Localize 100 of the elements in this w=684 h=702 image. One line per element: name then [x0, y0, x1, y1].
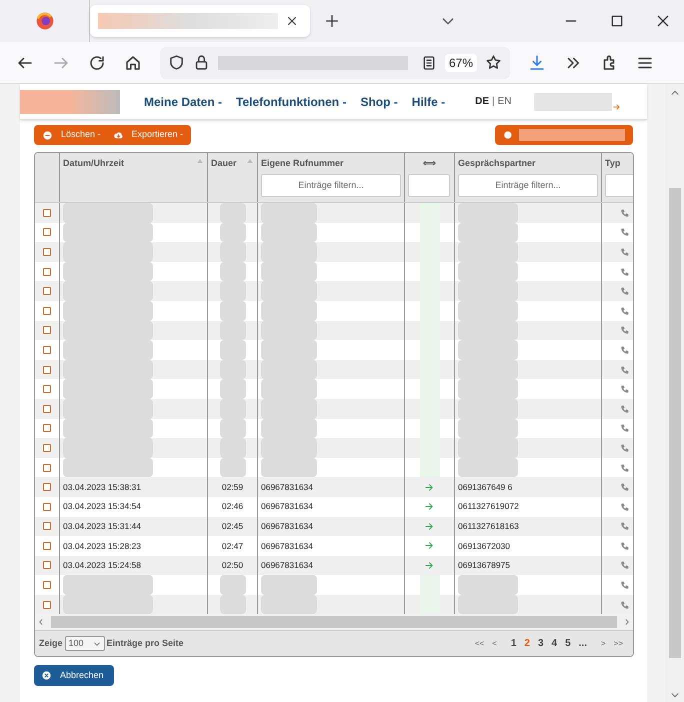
phone-icon	[620, 208, 630, 218]
table-cell: 0691367649 6	[458, 480, 512, 494]
logout-icon[interactable]	[612, 102, 622, 112]
table-cell: 06913672030	[458, 540, 510, 552]
pager-arrow[interactable]: <	[492, 638, 497, 650]
blurred-text	[261, 575, 317, 595]
browser-logo-icon[interactable]	[34, 11, 54, 31]
checkbox[interactable]	[43, 287, 51, 296]
language-link[interactable]: DE	[475, 94, 490, 109]
star-icon[interactable]	[485, 54, 502, 71]
nav-link[interactable]: Meine Daten -	[144, 92, 222, 110]
close-icon[interactable]	[286, 15, 298, 27]
zoom-level[interactable]: 67%	[444, 54, 477, 72]
phone-icon	[620, 364, 630, 375]
phone-icon	[620, 540, 630, 551]
nav-link[interactable]: Hilfe -	[412, 92, 446, 110]
table-cell: 03.04.2023 15:34:54	[63, 500, 141, 514]
language-link[interactable]: EN	[498, 94, 512, 109]
page-link[interactable]: 4	[552, 636, 558, 652]
checkbox[interactable]	[43, 306, 51, 315]
logo[interactable]	[20, 90, 120, 114]
per-page-select[interactable]: 100	[64, 636, 105, 652]
column-header[interactable]: Eigene Rufnummer	[261, 157, 344, 170]
filter-field[interactable]: Einträge filtern...	[261, 174, 401, 196]
shield-icon	[168, 54, 185, 71]
dropdown-button[interactable]: Löschen -	[36, 125, 107, 145]
nav-link[interactable]: Telefonfunktionen -	[236, 92, 346, 110]
checkbox[interactable]	[43, 404, 51, 413]
checkbox[interactable]	[43, 326, 51, 334]
checkbox[interactable]	[43, 542, 51, 550]
blurred-text	[220, 458, 246, 478]
page-link[interactable]: 5	[565, 636, 571, 652]
dropdown-button[interactable]: Exportieren -	[106, 125, 190, 145]
phone-icon	[620, 560, 630, 570]
blurred-text	[458, 594, 518, 614]
horizontal-scrollbar[interactable]	[35, 614, 633, 630]
filter-field[interactable]: Einträge filtern...	[458, 174, 598, 196]
phone-icon	[620, 482, 630, 492]
checkbox[interactable]	[43, 581, 51, 590]
table-cell: 06967831634	[261, 540, 314, 552]
checkbox[interactable]	[43, 248, 51, 256]
maximize-icon[interactable]	[610, 14, 624, 28]
checkbox[interactable]	[43, 483, 51, 492]
address-bar[interactable]: 67%	[160, 46, 510, 78]
cancel-icon	[41, 670, 52, 682]
blurred-text	[220, 594, 246, 614]
table-cell: 06967831634	[261, 559, 314, 572]
home-icon[interactable]	[124, 54, 142, 72]
phone-icon	[620, 580, 630, 590]
page-link[interactable]: ...	[578, 636, 587, 652]
checkbox[interactable]	[43, 228, 51, 236]
checkbox[interactable]	[43, 464, 51, 472]
delete-icon	[42, 130, 53, 140]
column-header[interactable]: Typ	[605, 157, 620, 170]
phone-icon	[620, 521, 630, 532]
scrollbar[interactable]	[665, 84, 684, 702]
page-link[interactable]: 1	[510, 636, 516, 652]
reload-icon[interactable]	[88, 54, 106, 72]
checkbox[interactable]	[43, 600, 51, 609]
checkbox[interactable]	[43, 522, 51, 530]
table-cell: 06913678975	[458, 559, 510, 572]
table-cell: 03.04.2023 15:38:31	[63, 480, 141, 494]
pager-arrow[interactable]: <<	[474, 638, 484, 650]
checkbox[interactable]	[43, 208, 51, 217]
nav-link[interactable]: Shop -	[360, 92, 398, 110]
phone-icon	[620, 246, 630, 257]
download-icon[interactable]	[528, 54, 546, 72]
checkbox[interactable]	[43, 385, 51, 394]
checkbox[interactable]	[43, 424, 51, 432]
reader-view-icon[interactable]	[420, 54, 437, 70]
blurred-text	[261, 594, 317, 614]
pager-arrow[interactable]: >	[600, 638, 606, 650]
table-cell: 06967831634	[261, 480, 314, 494]
table-cell: 03.04.2023 15:28:23	[63, 540, 141, 552]
cancel-button[interactable]: Abbrechen	[34, 665, 114, 686]
close-icon[interactable]	[656, 14, 670, 28]
chevron-right-icon	[623, 618, 631, 626]
filter-field[interactable]	[408, 174, 450, 196]
page-link[interactable]: 3	[538, 636, 544, 652]
column-header[interactable]: Gesprächspartner	[458, 157, 536, 170]
lock-icon	[193, 54, 210, 71]
checkbox[interactable]	[43, 346, 51, 354]
phone-icon	[620, 384, 630, 394]
chevron-left-icon	[37, 618, 45, 626]
checkbox[interactable]	[43, 366, 51, 374]
arrow-right-icon	[424, 520, 435, 532]
blurred-text	[458, 458, 518, 478]
column-header[interactable]: ⟺	[423, 157, 436, 170]
new-tab-icon[interactable]	[324, 13, 340, 29]
blurred-text	[261, 458, 317, 478]
phone-icon	[620, 344, 630, 355]
checkbox[interactable]	[43, 502, 51, 511]
column-header[interactable]: Dauer	[211, 157, 237, 170]
label: Einträge pro Seite	[106, 637, 184, 650]
arrow-right-icon	[424, 540, 435, 552]
checkbox[interactable]	[43, 444, 51, 452]
column-header[interactable]: Datum/Uhrzeit	[63, 157, 124, 170]
checkbox[interactable]	[43, 268, 51, 276]
checkbox[interactable]	[43, 561, 51, 570]
pager-arrow[interactable]: >>	[614, 638, 623, 650]
